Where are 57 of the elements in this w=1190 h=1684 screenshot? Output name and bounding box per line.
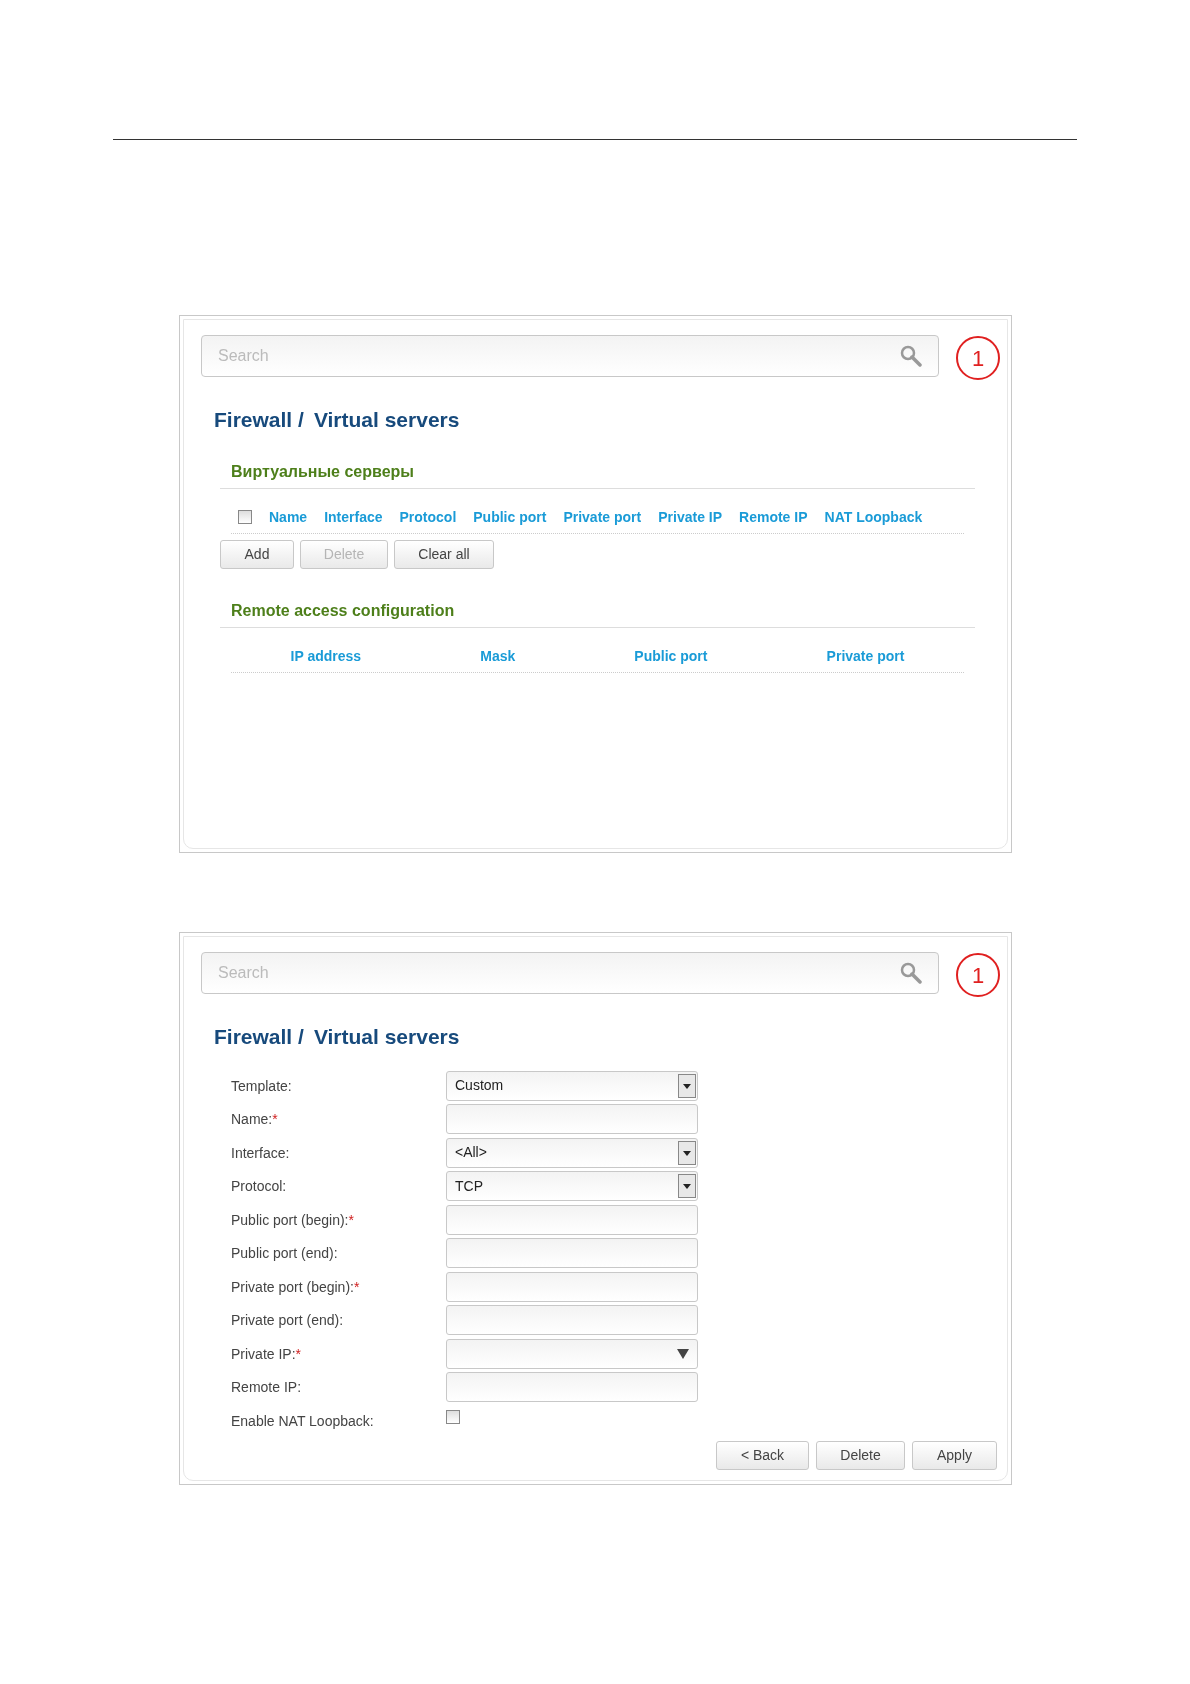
required-mark: * [295, 1345, 302, 1362]
field-label: Template: [231, 1077, 292, 1094]
column-header[interactable]: Private IP [658, 506, 723, 528]
column-header[interactable]: Public port [473, 506, 547, 528]
search-field[interactable]: Search [201, 952, 939, 994]
dropdown[interactable] [446, 1338, 698, 1369]
callout-number: 1 [956, 953, 1000, 997]
column-header[interactable]: Private port [563, 506, 642, 528]
button[interactable]: < Back [716, 1441, 809, 1470]
page-title: Firewall / [214, 1024, 304, 1050]
column-header[interactable]: Mask [480, 645, 516, 667]
callout-number: 1 [956, 336, 1000, 380]
field-label: Name: [231, 1111, 273, 1127]
column-header[interactable]: Remote IP [739, 506, 808, 528]
required-mark: * [348, 1211, 354, 1228]
column-header[interactable]: Name [269, 506, 308, 528]
field-label: Private IP: [231, 1345, 296, 1362]
search-icon [900, 962, 922, 984]
page-title: Firewall / [214, 407, 304, 433]
search-icon [900, 345, 922, 367]
section-title: Remote access configuration [231, 601, 455, 619]
button[interactable]: Add [220, 539, 294, 569]
page-title: Virtual servers [313, 407, 460, 433]
dropdown[interactable]: Custom [446, 1070, 698, 1101]
button[interactable]: Apply [912, 1441, 997, 1470]
checkbox[interactable] [238, 510, 252, 524]
field-label: Public port (begin): [231, 1211, 349, 1228]
dropdown[interactable]: <All> [446, 1137, 698, 1168]
field-label: Enable NAT Loopback: [231, 1412, 374, 1429]
field-label: Interface: [231, 1144, 290, 1161]
search-field[interactable]: Search [201, 335, 939, 377]
page-title: Virtual servers [313, 1024, 460, 1050]
dropdown[interactable]: TCP [446, 1171, 698, 1201]
required-mark: * [272, 1111, 278, 1127]
column-header[interactable]: Public port [634, 645, 708, 667]
dropdown-arrow-icon [677, 1348, 689, 1359]
field-label: Private port (begin): [231, 1278, 354, 1295]
required-mark: * [353, 1278, 360, 1295]
field-label: Private port (end): [231, 1312, 344, 1328]
input-field[interactable] [446, 1204, 698, 1235]
input-field[interactable] [446, 1104, 698, 1134]
input-field[interactable] [446, 1372, 698, 1402]
checkbox[interactable] [446, 1409, 460, 1424]
field-label: Protocol: [231, 1178, 287, 1194]
column-header[interactable]: Interface [324, 506, 383, 528]
section-title: Виртуальные серверы [231, 462, 414, 480]
column-header[interactable]: Private port [826, 645, 905, 667]
field-label: Remote IP: [231, 1379, 302, 1395]
input-field[interactable] [446, 1305, 698, 1335]
input-field[interactable] [446, 1271, 698, 1302]
button[interactable]: Clear all [394, 539, 494, 569]
column-header[interactable]: NAT Loopback [824, 506, 923, 528]
column-header[interactable]: IP address [290, 645, 362, 667]
input-field[interactable] [446, 1238, 698, 1268]
button[interactable]: Delete [816, 1441, 905, 1470]
field-label: Public port (end): [231, 1245, 338, 1261]
column-header[interactable]: Protocol [399, 506, 457, 528]
